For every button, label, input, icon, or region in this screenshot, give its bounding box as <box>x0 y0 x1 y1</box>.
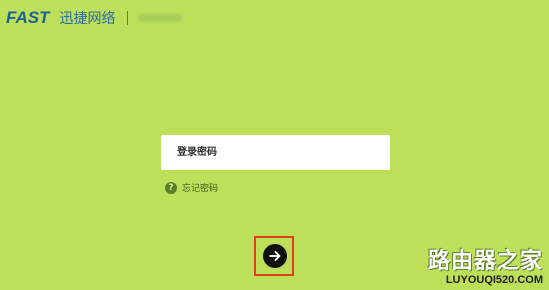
brand-name: 迅捷网络 <box>59 11 116 27</box>
login-button[interactable] <box>263 244 287 268</box>
help-icon: ? <box>165 181 177 194</box>
password-input[interactable] <box>177 135 390 170</box>
password-field-container[interactable] <box>161 135 390 170</box>
header-divider <box>127 11 129 25</box>
forgot-password-label[interactable]: 忘记密码 <box>182 181 218 194</box>
model-name-obscured <box>138 14 183 22</box>
watermark: 路由器之家 LUYOUQI520.COM <box>427 249 543 287</box>
forgot-password-link[interactable]: ? 忘记密码 <box>165 181 218 194</box>
watermark-cn: 路由器之家 <box>427 249 543 274</box>
watermark-url: LUYOUQI520.COM <box>445 274 543 286</box>
header: FAST 迅捷网络 <box>6 6 183 30</box>
arrow-right-icon <box>269 251 281 261</box>
brand-logo: FAST <box>6 8 50 27</box>
